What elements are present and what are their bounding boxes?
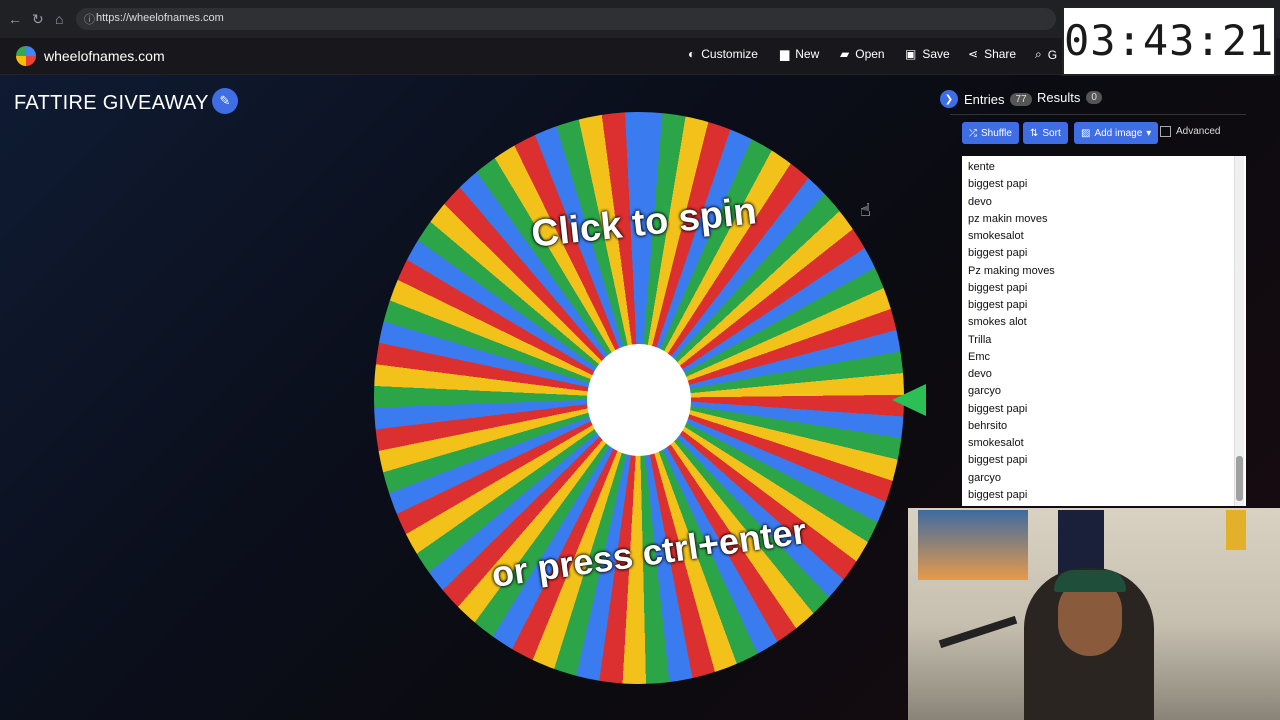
advanced-checkbox[interactable] bbox=[1160, 126, 1171, 137]
share-label: Share bbox=[984, 47, 1017, 61]
file-icon: ▆ bbox=[780, 47, 790, 61]
shuffle-icon: ⤮ bbox=[969, 127, 977, 139]
sort-icon: ⇅ bbox=[1030, 127, 1039, 139]
customize-button[interactable]: ◐ Customize bbox=[688, 47, 758, 61]
entry-item[interactable]: biggest papi bbox=[968, 280, 1240, 297]
search-icon: ⌕ bbox=[1035, 47, 1042, 61]
entry-item[interactable]: kente bbox=[968, 159, 1240, 176]
wall-poster bbox=[918, 510, 1028, 580]
tab-divider bbox=[950, 114, 1246, 115]
add-image-button[interactable]: ▨ Add image ▾ bbox=[1074, 122, 1159, 144]
entry-item[interactable]: pz makin moves bbox=[968, 211, 1240, 228]
hand-cursor-icon: ☝ bbox=[860, 200, 871, 220]
entries-count-badge: 77 bbox=[1010, 92, 1032, 106]
entries-list: kente biggest papi devo pz makin moves smoke… bbox=[962, 156, 1246, 506]
entry-item[interactable]: biggest papi bbox=[968, 297, 1240, 314]
countdown-timer: 03:43:21 bbox=[1062, 6, 1276, 76]
entry-item[interactable]: garcyo bbox=[968, 470, 1240, 487]
page-title: FATTIRE GIVEAWAY bbox=[14, 92, 209, 114]
entry-item[interactable]: smokes alot bbox=[968, 314, 1240, 331]
save-button[interactable]: ▣ Save bbox=[905, 47, 950, 61]
sort-button[interactable]: ⇅ Sort bbox=[1023, 122, 1068, 144]
add-image-label: Add image bbox=[1094, 127, 1143, 139]
wall-poster bbox=[1226, 510, 1246, 550]
shuffle-label: Shuffle bbox=[981, 127, 1012, 139]
microphone-arm bbox=[938, 615, 1018, 649]
entry-item[interactable]: biggest papi bbox=[968, 487, 1240, 504]
streamer-cap bbox=[1054, 570, 1126, 592]
entries-panel: ❯ Entries 77 Results 0 ⤮ Shuffle ⇅ Sort … bbox=[940, 84, 1258, 514]
new-label: New bbox=[795, 47, 820, 61]
new-button[interactable]: ▆ New bbox=[780, 47, 819, 61]
share-button[interactable]: ⋖ Share bbox=[968, 47, 1016, 61]
open-button[interactable]: ▰ Open bbox=[840, 47, 885, 61]
entry-item[interactable]: Pz making moves bbox=[968, 263, 1240, 280]
edit-title-button[interactable]: ✎ bbox=[212, 88, 238, 114]
wheel-logo-icon[interactable] bbox=[16, 46, 36, 66]
gallery-button[interactable]: ⌕ G bbox=[1035, 47, 1057, 62]
url-text: https://wheelofnames.com bbox=[96, 12, 224, 24]
customize-label: Customize bbox=[701, 47, 758, 61]
chevron-right-icon[interactable]: ❯ bbox=[940, 90, 958, 108]
image-icon: ▨ bbox=[1081, 127, 1091, 139]
address-bar[interactable]: ⓘ https://wheelofnames.com bbox=[76, 8, 1056, 30]
entry-item[interactable]: devo bbox=[968, 194, 1240, 211]
reload-icon[interactable]: ↻ bbox=[32, 11, 44, 28]
shuffle-button[interactable]: ⤮ Shuffle bbox=[962, 122, 1019, 144]
entry-item[interactable]: biggest papi bbox=[968, 245, 1240, 262]
entry-item[interactable]: smokesalot bbox=[968, 228, 1240, 245]
tab-entries[interactable]: ❯ Entries 77 bbox=[940, 90, 1032, 108]
wheel[interactable]: Click to spin or press ctrl+enter bbox=[374, 112, 904, 684]
scrollbar-thumb[interactable] bbox=[1236, 456, 1243, 501]
entry-item[interactable]: Trilla bbox=[968, 332, 1240, 349]
open-label: Open bbox=[855, 47, 885, 61]
tab-entries-label: Entries bbox=[964, 91, 1005, 107]
entry-item[interactable]: biggest papi bbox=[968, 401, 1240, 418]
entries-textarea[interactable]: kente biggest papi devo pz makin moves smoke… bbox=[962, 156, 1246, 506]
entry-item[interactable]: garcyo bbox=[968, 383, 1240, 400]
save-icon: ▣ bbox=[905, 47, 917, 61]
entries-scrollbar[interactable] bbox=[1234, 156, 1244, 506]
timer-digits: 03:43:21 bbox=[1064, 16, 1275, 65]
wheel-center[interactable] bbox=[587, 344, 691, 456]
entry-item[interactable]: Emc bbox=[968, 349, 1240, 366]
results-count-badge: 0 bbox=[1086, 91, 1102, 104]
entry-item[interactable]: biggest papi bbox=[968, 176, 1240, 193]
save-label: Save bbox=[922, 47, 950, 61]
entry-item[interactable]: behrsito bbox=[968, 418, 1240, 435]
pencil-icon: ✎ bbox=[219, 93, 231, 108]
site-info-icon[interactable]: ⓘ bbox=[84, 11, 95, 27]
folder-icon: ▰ bbox=[840, 47, 850, 61]
advanced-toggle[interactable]: Advanced bbox=[1160, 126, 1220, 137]
site-name[interactable]: wheelofnames.com bbox=[44, 48, 165, 64]
home-icon[interactable]: ⌂ bbox=[55, 11, 63, 27]
share-icon: ⋖ bbox=[968, 47, 979, 61]
sort-label: Sort bbox=[1042, 127, 1061, 139]
back-icon[interactable]: ← bbox=[8, 11, 22, 27]
palette-icon: ◐ bbox=[688, 47, 696, 61]
gallery-label: G bbox=[1047, 47, 1058, 62]
advanced-label: Advanced bbox=[1176, 126, 1221, 137]
webcam-overlay bbox=[908, 508, 1280, 720]
entry-item[interactable]: biggest papi bbox=[968, 452, 1240, 469]
tab-results-label: Results bbox=[1037, 90, 1081, 105]
entry-item[interactable]: smokesalot bbox=[968, 435, 1240, 452]
chevron-down-icon: ▾ bbox=[1146, 127, 1152, 139]
entry-item[interactable]: devo bbox=[968, 366, 1240, 383]
wheel-pointer-icon bbox=[892, 384, 926, 416]
tab-results[interactable]: Results 0 bbox=[1037, 90, 1102, 105]
